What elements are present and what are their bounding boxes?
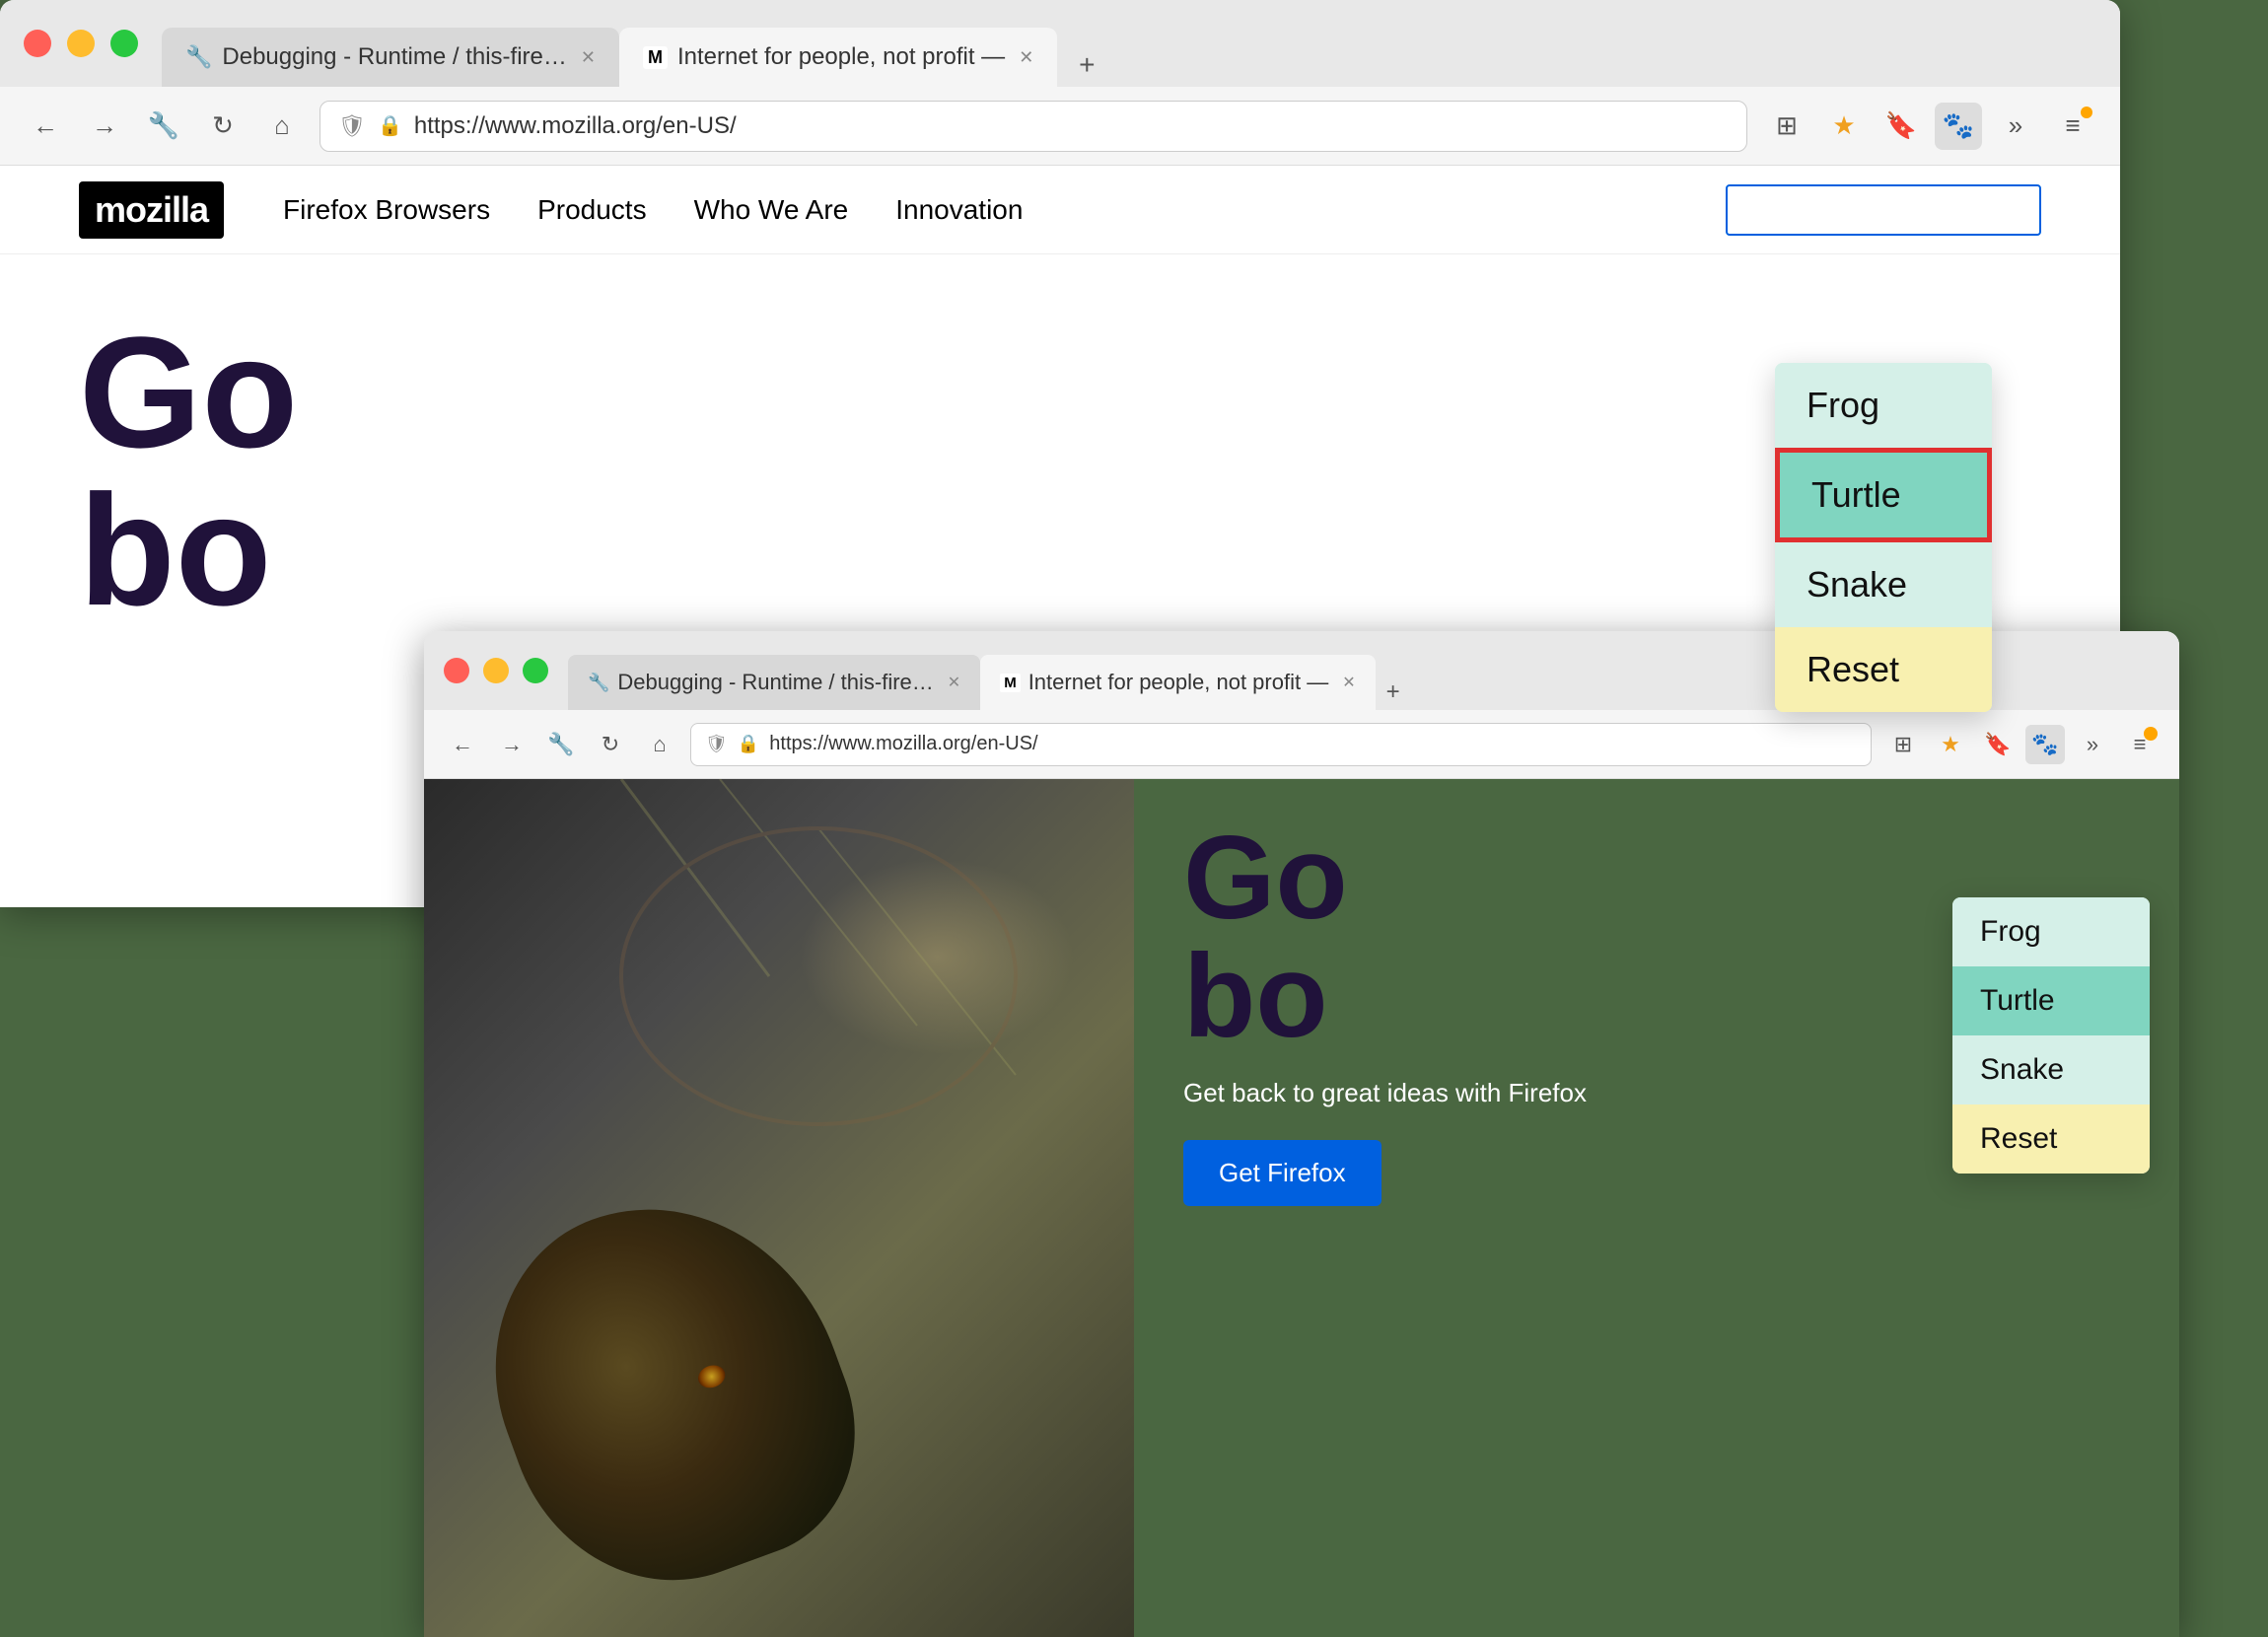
inner-tab-debugging-label: Debugging - Runtime / this-fire… [617,670,933,695]
bookmark-icon-button[interactable]: 🔖 [1878,103,1925,150]
inner-nav-icons-right: ⊞ ★ 🔖 🐾 » ≡ [1883,725,2160,764]
inner-shield-icon: 🛡 [705,734,728,754]
outer-wrench-button[interactable]: 🔧 [142,105,185,148]
star-icon-button[interactable]: ★ [1820,103,1868,150]
paw-icon-button[interactable]: 🐾 [1935,103,1982,150]
inner-minimize-button[interactable] [483,658,509,683]
inner-hero-body: Get back to great ideas with Firefox [1183,1075,1775,1110]
outer-dropdown-item-turtle[interactable]: Turtle [1775,448,1992,542]
inner-browser-window: 🔧 Debugging - Runtime / this-fire… ✕ M I… [424,631,2179,1637]
inner-new-tab-button[interactable]: + [1376,675,1411,710]
inner-traffic-lights [444,658,548,683]
inner-star-icon-button[interactable]: ★ [1931,725,1970,764]
wrench-nav-icon: 🔧 [148,110,179,141]
forward-icon: → [92,110,117,141]
outer-dropdown-item-snake[interactable]: Snake [1775,542,1992,627]
turtle-image [424,779,1134,1637]
refresh-icon: ↻ [212,110,234,141]
hero-title-line1: Go [79,314,2041,471]
outer-minimize-button[interactable] [67,30,95,57]
wrench-icon: 🔧 [185,44,212,70]
inner-tab-debugging-close[interactable]: ✕ [948,673,960,692]
outer-back-button[interactable]: ← [24,105,67,148]
inner-mozilla-tab-icon: M [1000,674,1021,692]
inner-paw-icon-button[interactable]: 🐾 [2025,725,2065,764]
inner-tab-mozilla-label: Internet for people, not profit — [1028,670,1329,695]
nav-link-products[interactable]: Products [537,194,647,226]
inner-hero-body-text: Get back to great ideas with Firefox [1183,1078,1587,1107]
mozilla-search-input[interactable] [1726,184,2041,236]
outer-tab-debugging-close[interactable]: ✕ [581,47,596,68]
inner-nav-bar: ← → 🔧 ↻ ⌂ 🛡 🔒 https://www.mozilla.org/en… [424,710,2179,779]
hero-title-line2: bo [79,471,2041,629]
outer-maximize-button[interactable] [110,30,138,57]
inner-forward-button[interactable]: → [493,726,531,763]
inner-more-icons-button[interactable]: » [2073,725,2112,764]
inner-tab-debugging[interactable]: 🔧 Debugging - Runtime / this-fire… ✕ [568,655,980,710]
shield-icon: 🛡 [338,113,366,139]
inner-home-button[interactable]: ⌂ [641,726,678,763]
outer-tab-mozilla-close[interactable]: ✕ [1019,47,1033,68]
outer-dropdown-item-frog[interactable]: Frog [1775,363,1992,448]
inner-dropdown-item-frog[interactable]: Frog [1952,897,2150,966]
outer-title-bar: 🔧 Debugging - Runtime / this-fire… ✕ M I… [0,0,2120,87]
inner-tab-mozilla[interactable]: M Internet for people, not profit — ✕ [980,655,1375,710]
inner-dropdown-item-turtle[interactable]: Turtle [1952,966,2150,1035]
outer-tab-debugging[interactable]: 🔧 Debugging - Runtime / this-fire… ✕ [162,28,619,87]
mozilla-tab-icon: M [643,46,668,69]
outer-tab-debugging-label: Debugging - Runtime / this-fire… [222,43,566,71]
outer-url-bar[interactable]: 🛡 🔒 https://www.mozilla.org/en-US/ [319,101,1747,152]
lock-icon: 🔒 [378,113,402,138]
inner-lock-icon: 🔒 [738,734,759,754]
outer-close-button[interactable] [24,30,51,57]
hero-title: Go bo [79,314,2041,629]
nav-link-firefox-browsers[interactable]: Firefox Browsers [283,194,490,226]
inner-website-content: Go bo Get back to great ideas with Firef… [424,779,2179,1637]
more-icons-button[interactable]: » [1992,103,2039,150]
mozilla-search-area [1726,184,2041,236]
inner-cta-button[interactable]: Get Firefox [1183,1140,1382,1206]
outer-dropdown-menu: Frog Turtle Snake Reset [1775,363,1992,712]
inner-close-button[interactable] [444,658,469,683]
back-icon: ← [33,110,58,141]
outer-tab-mozilla[interactable]: M Internet for people, not profit — ✕ [619,28,1057,87]
inner-url-bar[interactable]: 🛡 🔒 https://www.mozilla.org/en-US/ [690,723,1872,766]
outer-traffic-lights [24,30,138,57]
inner-refresh-button[interactable]: ↻ [592,726,629,763]
inner-url-text: https://www.mozilla.org/en-US/ [769,733,1037,755]
turtle-texture [424,779,1134,1637]
inner-menu-icon-button[interactable]: ≡ [2120,725,2160,764]
inner-wrench-button[interactable]: 🔧 [542,726,580,763]
inner-dropdown-item-reset[interactable]: Reset [1952,1104,2150,1174]
inner-wrench-icon: 🔧 [588,673,609,693]
outer-url-text: https://www.mozilla.org/en-US/ [414,112,737,140]
mozilla-navbar: mozilla Firefox Browsers Products Who We… [0,166,2120,254]
outer-tab-mozilla-label: Internet for people, not profit — [677,43,1005,71]
outer-nav-bar: ← → 🔧 ↻ ⌂ 🛡 🔒 https://www.mozilla.org/en… [0,87,2120,166]
outer-nav-icons-right: ⊞ ★ 🔖 🐾 » ≡ [1763,103,2096,150]
outer-new-tab-button[interactable]: + [1065,43,1108,87]
outer-tabs-area: 🔧 Debugging - Runtime / this-fire… ✕ M I… [162,0,2096,87]
grid-icon-button[interactable]: ⊞ [1763,103,1810,150]
outer-refresh-button[interactable]: ↻ [201,105,245,148]
outer-home-button[interactable]: ⌂ [260,105,304,148]
inner-bookmark-icon-button[interactable]: 🔖 [1978,725,2018,764]
home-icon: ⌂ [274,110,290,141]
notification-badge [2144,727,2158,741]
inner-maximize-button[interactable] [523,658,548,683]
outer-dropdown-item-reset[interactable]: Reset [1775,627,1992,712]
inner-back-button[interactable]: ← [444,726,481,763]
mozilla-logo: mozilla [79,181,224,239]
nav-link-innovation[interactable]: Innovation [895,194,1023,226]
mozilla-nav-links: Firefox Browsers Products Who We Are Inn… [283,194,1023,226]
inner-grid-icon-button[interactable]: ⊞ [1883,725,1923,764]
inner-dropdown-item-snake[interactable]: Snake [1952,1035,2150,1104]
inner-dropdown-menu: Frog Turtle Snake Reset [1952,897,2150,1174]
outer-forward-button[interactable]: → [83,105,126,148]
menu-icon-button[interactable]: ≡ [2049,103,2096,150]
nav-link-who-we-are[interactable]: Who We Are [694,194,849,226]
inner-tab-mozilla-close[interactable]: ✕ [1342,673,1355,692]
